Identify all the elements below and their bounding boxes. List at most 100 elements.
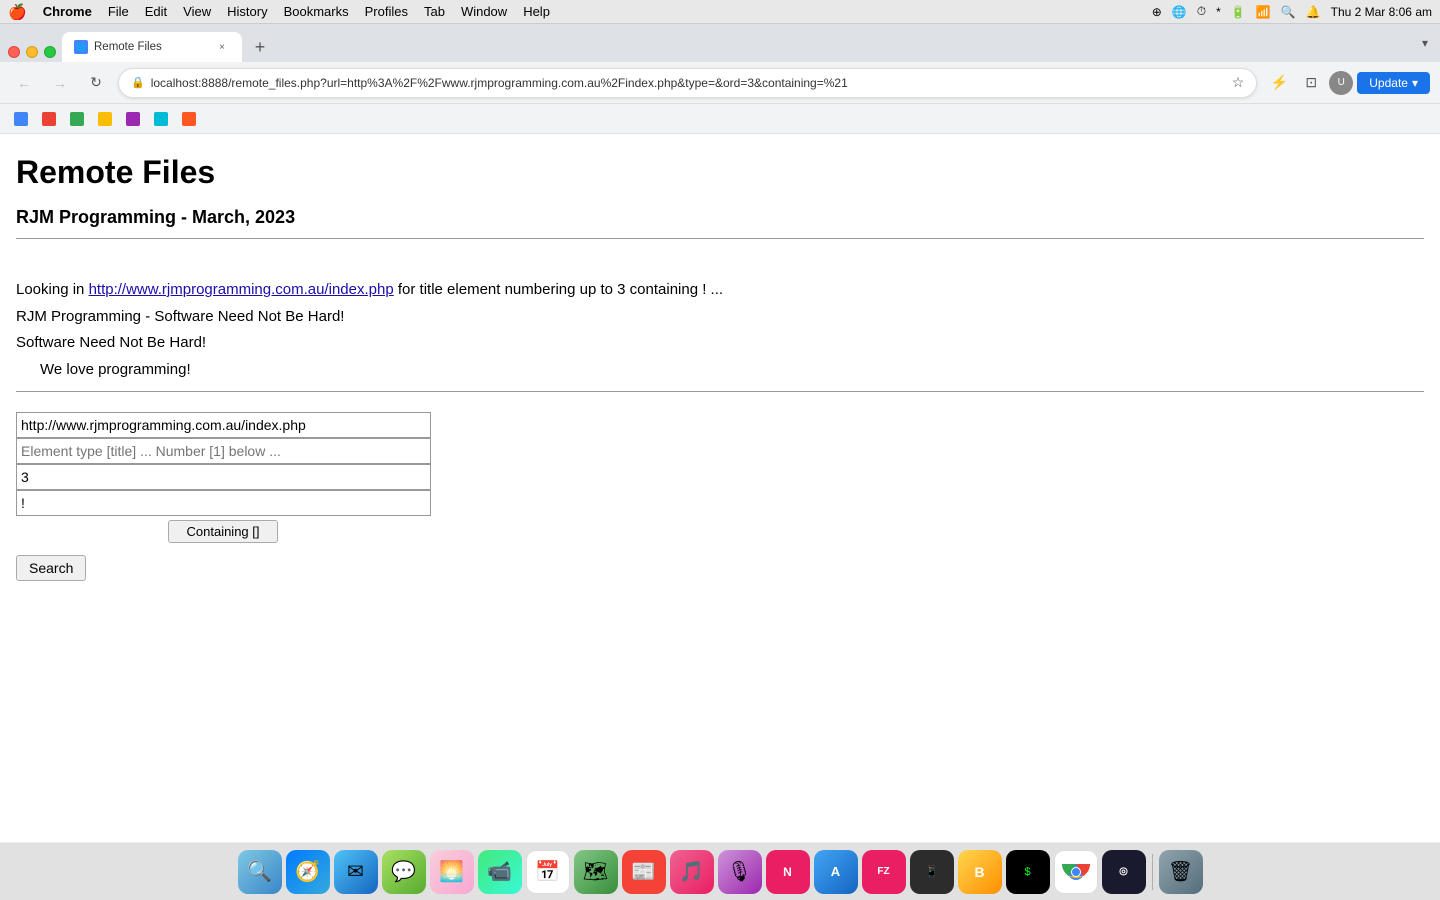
- menu-location-icon: ⊕: [1152, 5, 1162, 19]
- dock-item-news[interactable]: 📰: [622, 850, 666, 894]
- menubar-tab[interactable]: Tab: [424, 4, 445, 19]
- menubar-window[interactable]: Window: [461, 4, 507, 19]
- address-bar: ← → ↻ 🔒 localhost:8888/remote_files.php?…: [0, 62, 1440, 104]
- new-tab-button[interactable]: +: [246, 33, 274, 61]
- dock-item-mail[interactable]: ✉: [334, 850, 378, 894]
- number-input[interactable]: [16, 464, 431, 490]
- bookmark-item[interactable]: [8, 108, 34, 130]
- close-window-button[interactable]: [8, 46, 20, 58]
- bookmark-favicon: [126, 112, 140, 126]
- menubar-datetime: Thu 2 Mar 8:06 am: [1331, 5, 1432, 19]
- forward-button[interactable]: →: [46, 69, 74, 97]
- dock-divider: [1152, 854, 1153, 890]
- tab-bar-left: [8, 46, 60, 62]
- update-button[interactable]: Update ▾: [1357, 72, 1430, 94]
- bookmark-item[interactable]: [176, 108, 202, 130]
- page-subtitle: RJM Programming - March, 2023: [16, 207, 1424, 228]
- looking-link[interactable]: http://www.rjmprogramming.com.au/index.p…: [89, 281, 394, 298]
- split-view-button[interactable]: ⊡: [1297, 69, 1325, 97]
- dock-item-messages[interactable]: 💬: [382, 850, 426, 894]
- tab-title: Remote Files: [94, 41, 208, 53]
- dock-item-appstore[interactable]: A: [814, 850, 858, 894]
- reload-button[interactable]: ↻: [82, 69, 110, 97]
- bookmark-favicon: [182, 112, 196, 126]
- dock-item-trash[interactable]: 🗑: [1159, 850, 1203, 894]
- dock-item-safari[interactable]: 🧭: [286, 850, 330, 894]
- bookmark-favicon: [154, 112, 168, 126]
- bookmark-favicon: [14, 112, 28, 126]
- result-line-2: Software Need Not Be Hard!: [16, 332, 1424, 355]
- menubar-file[interactable]: File: [108, 4, 129, 19]
- address-bar-input[interactable]: 🔒 localhost:8888/remote_files.php?url=ht…: [118, 68, 1257, 98]
- dock-item-photos[interactable]: 🌅: [430, 850, 474, 894]
- bookmarks-bar: [0, 104, 1440, 134]
- dock-item-calendar[interactable]: 📅: [526, 850, 570, 894]
- tab-bar: 🌐 Remote Files × + ▾: [0, 24, 1440, 62]
- menu-notification-icon[interactable]: 🔔: [1306, 5, 1321, 19]
- url-input[interactable]: [16, 412, 431, 438]
- back-button[interactable]: ←: [10, 69, 38, 97]
- dock-item-finder[interactable]: 🔍: [238, 850, 282, 894]
- bookmark-item[interactable]: [120, 108, 146, 130]
- result-line-3: We love programming!: [40, 359, 1424, 382]
- looking-prefix: Looking in: [16, 281, 89, 298]
- dock-item-terminal[interactable]: $: [1006, 850, 1050, 894]
- menu-globe-icon: 🌐: [1172, 5, 1187, 19]
- update-chevron-icon: ▾: [1412, 76, 1418, 90]
- divider-2: [16, 391, 1424, 392]
- dock-item-bars[interactable]: B: [958, 850, 1002, 894]
- address-text: localhost:8888/remote_files.php?url=http…: [151, 76, 1226, 90]
- bookmark-favicon: [42, 112, 56, 126]
- dock-item-facetime[interactable]: 📹: [478, 850, 522, 894]
- dock-item-cursor[interactable]: ◎: [1102, 850, 1146, 894]
- dock-item-filezilla[interactable]: FZ: [862, 850, 906, 894]
- menu-clock-icon: ⏱: [1197, 4, 1206, 19]
- maximize-window-button[interactable]: [44, 46, 56, 58]
- menubar-right: ⊕ 🌐 ⏱ * 🔋 📶 🔍 🔔 Thu 2 Mar 8:06 am: [1152, 4, 1432, 19]
- tab-close-button[interactable]: ×: [214, 39, 230, 55]
- dock-item-bezel[interactable]: 📱: [910, 850, 954, 894]
- bookmark-item[interactable]: [64, 108, 90, 130]
- menubar-view[interactable]: View: [183, 4, 211, 19]
- bookmark-item[interactable]: [148, 108, 174, 130]
- menu-bluetooth-icon: *: [1216, 5, 1221, 19]
- menubar-profiles[interactable]: Profiles: [365, 4, 408, 19]
- active-tab[interactable]: 🌐 Remote Files ×: [62, 32, 242, 62]
- containing-input[interactable]: [16, 490, 431, 516]
- tab-favicon: 🌐: [74, 40, 88, 54]
- bookmark-star-icon[interactable]: ☆: [1232, 74, 1245, 91]
- menubar-edit[interactable]: Edit: [145, 4, 167, 19]
- browser-window: 🌐 Remote Files × + ▾ ← → ↻ 🔒 localhost:8…: [0, 24, 1440, 842]
- looking-suffix: for title element numbering up to 3 cont…: [394, 281, 723, 298]
- apple-menu[interactable]: 🍎: [8, 3, 27, 21]
- bookmark-favicon: [98, 112, 112, 126]
- menubar-help[interactable]: Help: [523, 4, 550, 19]
- dock-item-maps[interactable]: 🗺: [574, 850, 618, 894]
- page-content: Remote Files RJM Programming - March, 20…: [0, 134, 1440, 842]
- profile-button[interactable]: U: [1329, 71, 1353, 95]
- page-title: Remote Files: [16, 154, 1424, 191]
- menubar-chrome[interactable]: Chrome: [43, 4, 92, 19]
- search-button[interactable]: Search: [16, 555, 86, 581]
- looking-in-text: Looking in http://www.rjmprogramming.com…: [16, 279, 1424, 302]
- dock-item-news2[interactable]: N: [766, 850, 810, 894]
- dock: 🔍 🧭 ✉ 💬 🌅 📹 📅 🗺 📰 🎵 🎙 N A FZ 📱 B $ ◎ 🗑: [0, 842, 1440, 900]
- tab-list-button[interactable]: ▾: [1418, 32, 1432, 54]
- bookmark-favicon: [70, 112, 84, 126]
- divider-1: [16, 238, 1424, 239]
- extensions-button[interactable]: ⚡: [1265, 69, 1293, 97]
- dock-item-chrome[interactable]: [1054, 850, 1098, 894]
- menu-search-icon[interactable]: 🔍: [1281, 5, 1296, 19]
- element-type-input[interactable]: [16, 438, 431, 464]
- dock-item-podcasts[interactable]: 🎙: [718, 850, 762, 894]
- bookmark-item[interactable]: [36, 108, 62, 130]
- minimize-window-button[interactable]: [26, 46, 38, 58]
- dock-item-music[interactable]: 🎵: [670, 850, 714, 894]
- tab-strip: 🌐 Remote Files × +: [62, 32, 1416, 62]
- containing-button[interactable]: Containing []: [168, 520, 278, 543]
- toolbar-right-icons: ⚡ ⊡ U Update ▾: [1265, 69, 1430, 97]
- menu-wifi-icon: 📶: [1256, 5, 1271, 19]
- menubar-bookmarks[interactable]: Bookmarks: [284, 4, 349, 19]
- menubar-history[interactable]: History: [227, 4, 267, 19]
- bookmark-item[interactable]: [92, 108, 118, 130]
